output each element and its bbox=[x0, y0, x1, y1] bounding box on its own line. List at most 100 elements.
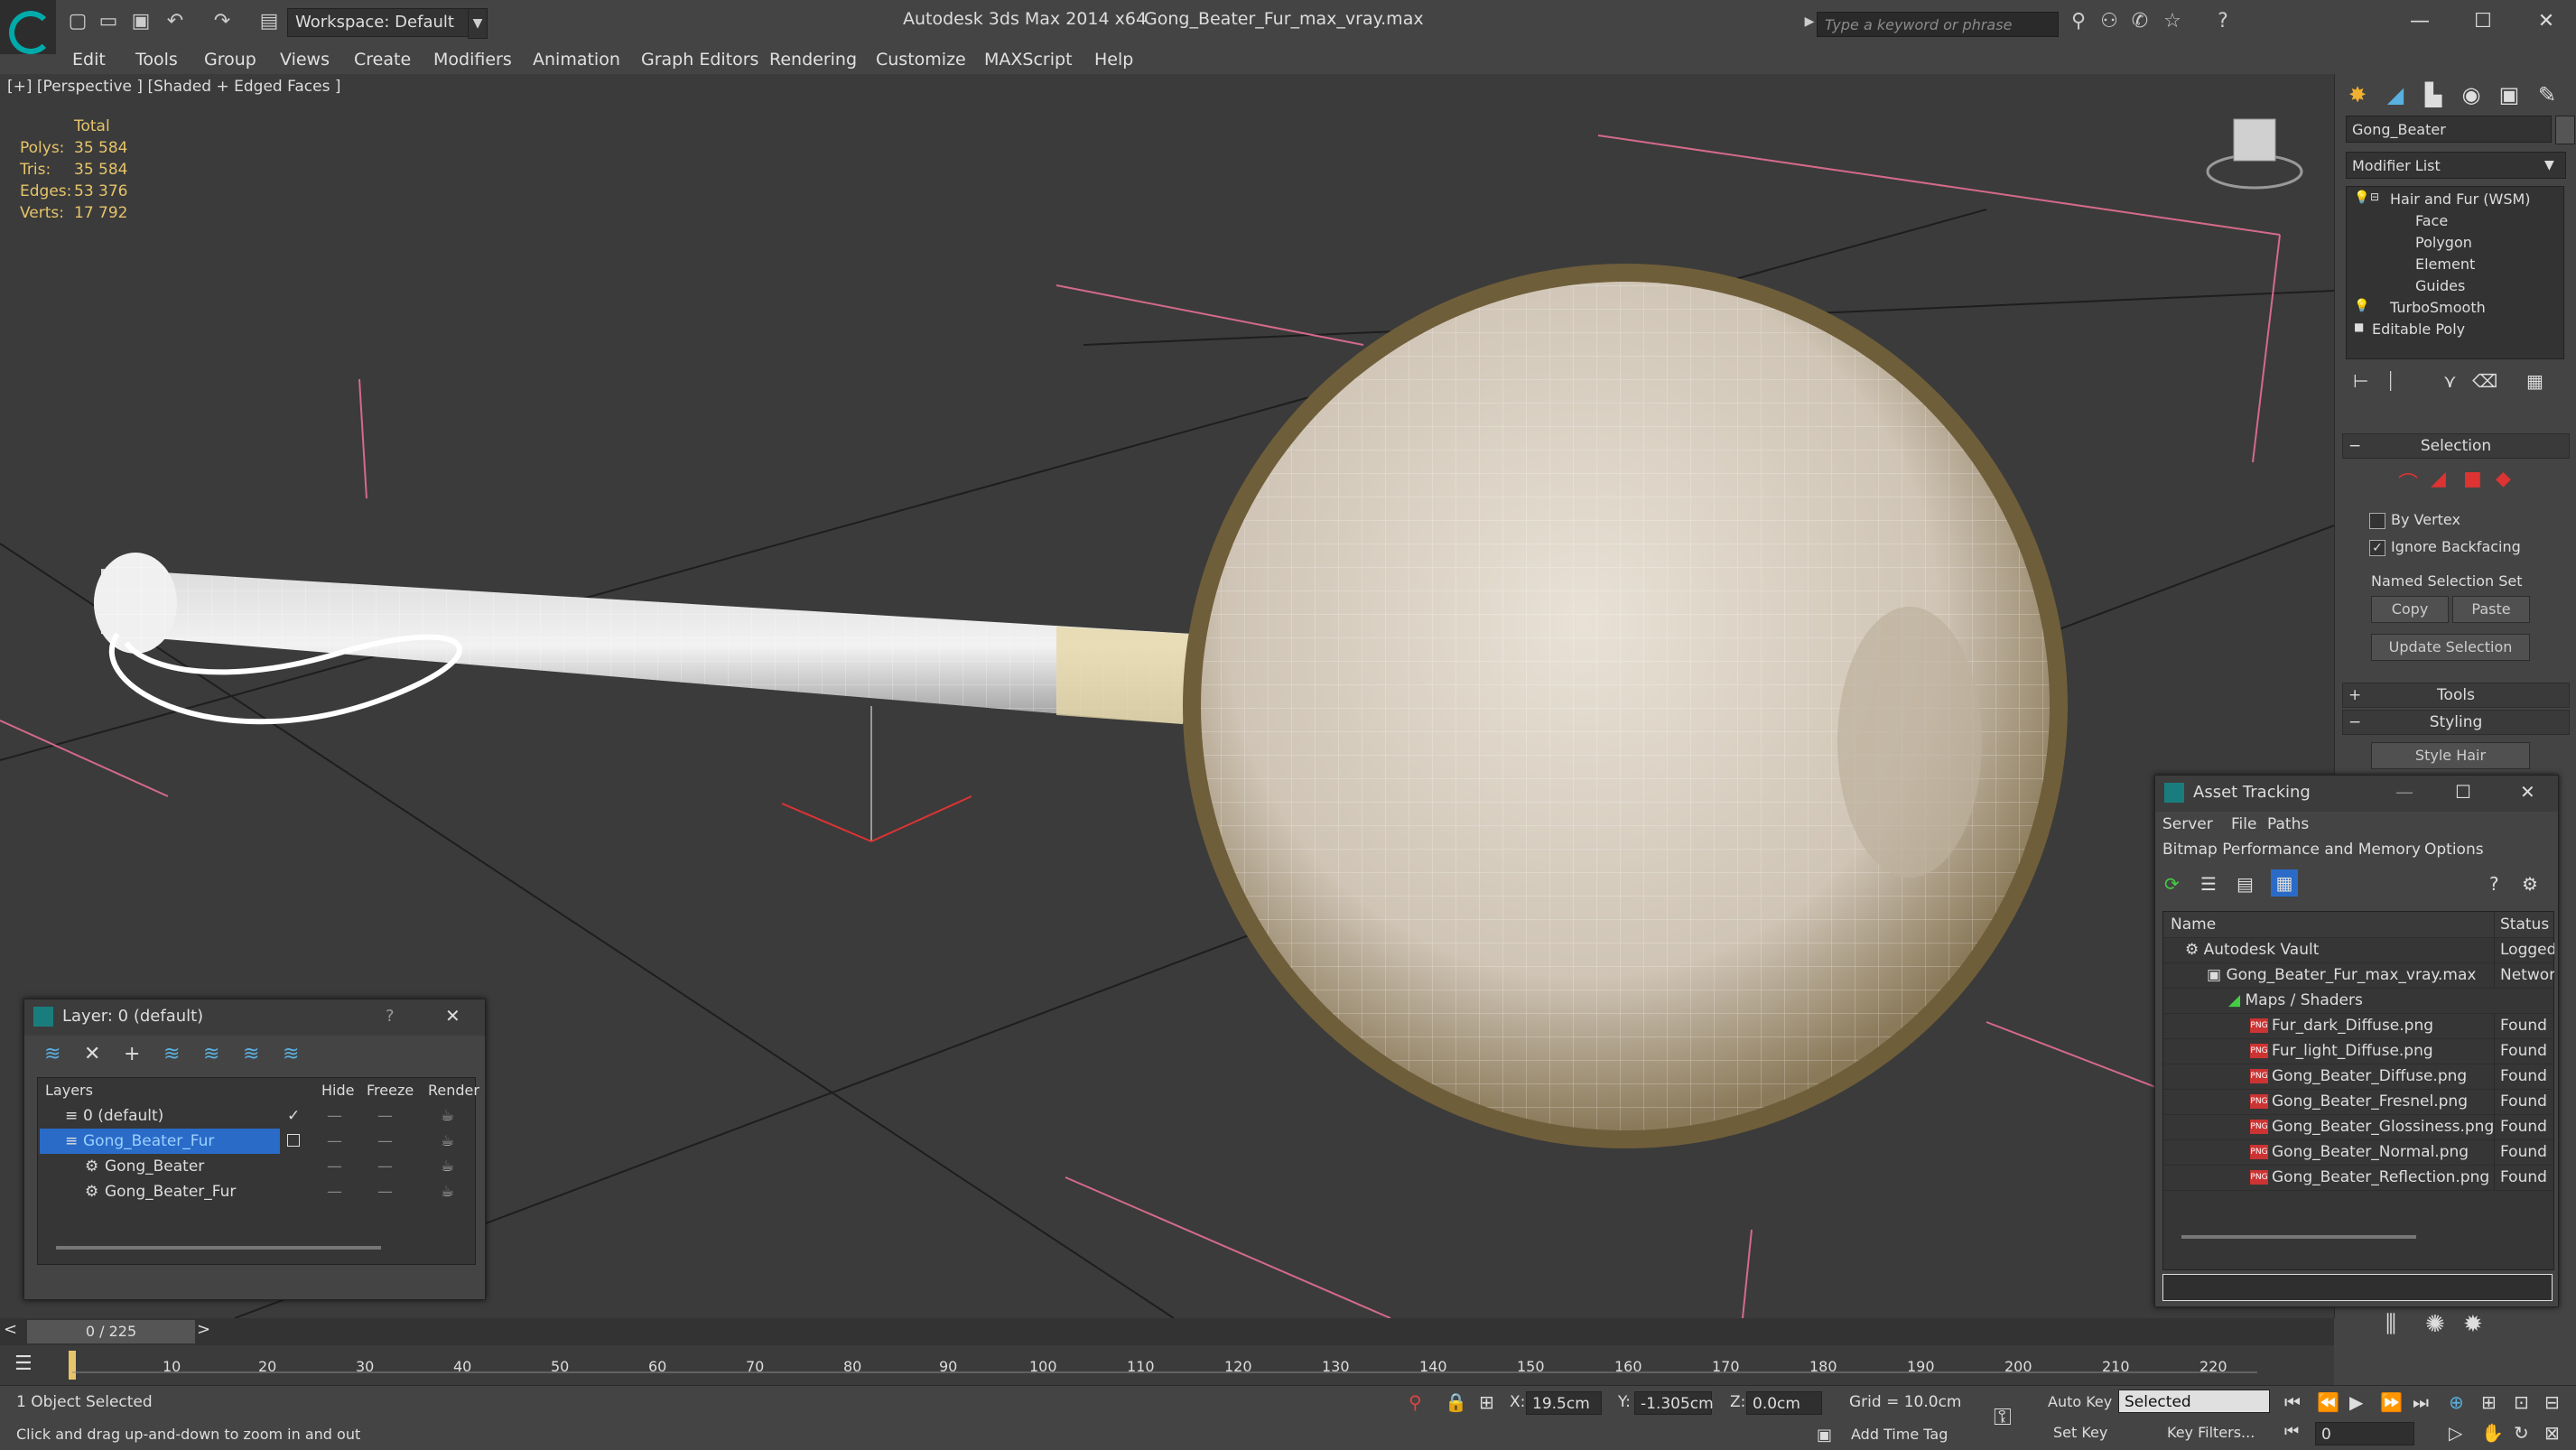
table-row[interactable]: PNG Gong_Beater_Normal.png Found bbox=[2163, 1139, 2553, 1166]
viewport-label-menu[interactable]: [+] [Perspective ] [Shaded + Edged Faces… bbox=[7, 78, 340, 96]
modify-tab-icon[interactable]: ◢ bbox=[2378, 78, 2413, 112]
column-header-status[interactable]: Status bbox=[2494, 912, 2554, 937]
stack-item[interactable]: TurboSmooth bbox=[2390, 299, 2486, 316]
delete-layer-icon[interactable]: ✕ bbox=[84, 1043, 100, 1065]
element-select-icon[interactable]: ◆ bbox=[2496, 468, 2511, 490]
stack-item[interactable]: Editable Poly bbox=[2372, 321, 2465, 338]
collapse-icon[interactable]: ⊟ bbox=[2370, 191, 2379, 203]
guide-select-icon[interactable]: ⌒ bbox=[2398, 468, 2418, 497]
table-row[interactable]: PNG Gong_Beater_Glossiness.png Found bbox=[2163, 1114, 2553, 1140]
create-tab-icon[interactable]: ✸ bbox=[2340, 78, 2375, 112]
ignore-backfacing-checkbox[interactable]: ✓ bbox=[2369, 540, 2385, 556]
x-coordinate-field[interactable]: 19.5cm bbox=[1526, 1391, 1602, 1415]
modifier-list-dropdown[interactable]: Modifier List bbox=[2346, 152, 2566, 179]
stack-item[interactable]: Element bbox=[2415, 256, 2475, 273]
track-bar[interactable]: ☰ 10 20 30 40 50 60 70 80 90 100 110 120… bbox=[0, 1345, 2334, 1385]
new-file-icon[interactable]: ▢ bbox=[65, 9, 90, 34]
table-row[interactable]: ⚙ Gong_Beater — — ☕ bbox=[38, 1154, 475, 1179]
hide-toggle[interactable]: — bbox=[327, 1129, 342, 1154]
undo-icon[interactable]: ↶ bbox=[163, 9, 188, 34]
stack-item[interactable]: Face bbox=[2415, 212, 2448, 229]
layer-window-header[interactable]: Layer: 0 (default) ? ✕ bbox=[24, 999, 485, 1036]
help-icon[interactable]: ? bbox=[2210, 9, 2236, 34]
add-to-layer-icon[interactable]: + bbox=[124, 1043, 140, 1065]
binoculars-icon[interactable]: ⚲ bbox=[2066, 9, 2091, 34]
menu-file[interactable]: File bbox=[2231, 815, 2256, 833]
horizontal-scrollbar[interactable] bbox=[2181, 1235, 2416, 1239]
key-filters-button[interactable]: Key Filters... bbox=[2167, 1424, 2255, 1441]
set-active-checkbox[interactable] bbox=[287, 1134, 300, 1147]
isolate-icon[interactable]: ⚲ bbox=[1409, 1391, 1422, 1413]
menu-group[interactable]: Group bbox=[204, 45, 256, 74]
update-selection-button[interactable]: Update Selection bbox=[2371, 634, 2530, 661]
freeze-toggle[interactable]: — bbox=[377, 1179, 393, 1204]
table-row[interactable]: PNG Fur_dark_Diffuse.png Found bbox=[2163, 1013, 2553, 1039]
zoom-all-icon[interactable]: ⊞ bbox=[2481, 1391, 2497, 1413]
list-view-icon[interactable]: ☰ bbox=[2200, 873, 2217, 895]
maximize-icon[interactable]: ☐ bbox=[2455, 781, 2471, 803]
comb-tool-icon[interactable]: ⫼ bbox=[2385, 1311, 2396, 1339]
project-folder-icon[interactable]: ▤ bbox=[256, 9, 282, 34]
menu-create[interactable]: Create bbox=[354, 45, 411, 74]
menu-edit[interactable]: Edit bbox=[72, 45, 106, 74]
asset-path-field[interactable] bbox=[2162, 1274, 2553, 1301]
column-header-render[interactable]: Render bbox=[428, 1078, 479, 1103]
by-vertex-checkbox[interactable] bbox=[2369, 513, 2385, 529]
stack-item[interactable]: Hair and Fur (WSM) bbox=[2390, 191, 2531, 208]
auto-key-button[interactable]: Auto Key bbox=[2048, 1393, 2112, 1410]
render-teapot-icon[interactable]: ☕ bbox=[441, 1179, 454, 1204]
save-icon[interactable]: ▣ bbox=[128, 9, 153, 34]
zoom-icon[interactable]: ⊕ bbox=[2449, 1391, 2464, 1413]
key-selection-dropdown[interactable]: Selected bbox=[2118, 1390, 2270, 1413]
orbit-icon[interactable]: ↻ bbox=[2514, 1422, 2529, 1444]
selection-rollout[interactable]: − Selection bbox=[2342, 433, 2570, 459]
close-icon[interactable]: ✕ bbox=[2520, 781, 2535, 803]
menu-animation[interactable]: Animation bbox=[533, 45, 620, 74]
key-mode-icon[interactable]: ⏮ bbox=[2284, 1422, 2299, 1441]
app-logo-icon[interactable] bbox=[0, 0, 56, 54]
asset-help-icon[interactable]: ? bbox=[2489, 873, 2499, 895]
minimize-icon[interactable]: — bbox=[2395, 781, 2413, 803]
pan-icon[interactable]: ✋ bbox=[2481, 1422, 2504, 1444]
column-header-hide[interactable]: Hide bbox=[321, 1078, 354, 1103]
configure-sets-icon[interactable]: ▦ bbox=[2526, 370, 2543, 392]
maximize-icon[interactable]: ☐ bbox=[2456, 4, 2510, 40]
subscription-icon[interactable]: ⚇ bbox=[2097, 9, 2122, 34]
asset-settings-icon[interactable]: ⚙ bbox=[2522, 873, 2538, 895]
copy-button[interactable]: Copy bbox=[2371, 596, 2449, 623]
paste-button[interactable]: Paste bbox=[2452, 596, 2530, 623]
horizontal-scrollbar[interactable] bbox=[56, 1246, 381, 1250]
hide-toggle[interactable]: — bbox=[327, 1179, 342, 1204]
search-input[interactable]: Type a keyword or phrase bbox=[1817, 12, 2059, 37]
field-of-view-icon[interactable]: ▷ bbox=[2449, 1422, 2462, 1444]
pin-stack-icon[interactable]: ⊢ bbox=[2353, 370, 2368, 392]
table-row[interactable]: PNG Fur_light_Diffuse.png Found bbox=[2163, 1038, 2553, 1064]
freeze-toggle[interactable]: — bbox=[377, 1129, 393, 1154]
add-time-tag-button[interactable]: Add Time Tag bbox=[1851, 1426, 1948, 1443]
z-coordinate-field[interactable]: 0.0cm bbox=[1746, 1391, 1822, 1415]
stack-item[interactable]: Polygon bbox=[2415, 234, 2472, 251]
menu-customize[interactable]: Customize bbox=[876, 45, 966, 74]
show-end-result-icon[interactable]: ⏐ bbox=[2385, 370, 2395, 392]
thumbnail-view-icon[interactable]: ▤ bbox=[2237, 873, 2254, 895]
current-frame-field[interactable]: 0 bbox=[2315, 1422, 2414, 1445]
refresh-icon[interactable]: ⟳ bbox=[2164, 873, 2180, 895]
open-file-icon[interactable]: ▭ bbox=[96, 9, 121, 34]
column-header-freeze[interactable]: Freeze bbox=[367, 1078, 414, 1103]
freeze-toggle[interactable]: — bbox=[377, 1154, 393, 1179]
table-row[interactable]: ≡ 0 (default) ✓ — — ☕ bbox=[38, 1103, 475, 1129]
render-teapot-icon[interactable]: ☕ bbox=[441, 1129, 454, 1154]
workspace-dropdown[interactable]: Workspace: Default bbox=[287, 8, 477, 37]
menu-paths[interactable]: Paths bbox=[2267, 815, 2309, 833]
communication-icon[interactable]: ✆ bbox=[2127, 9, 2153, 34]
remove-modifier-icon[interactable]: ⌫ bbox=[2472, 370, 2497, 392]
go-to-end-icon[interactable]: ⏭ bbox=[2413, 1391, 2429, 1413]
object-color-swatch[interactable] bbox=[2555, 116, 2575, 144]
face-select-icon[interactable]: ◢ bbox=[2431, 468, 2446, 490]
zoom-extents-icon[interactable]: ⊡ bbox=[2514, 1391, 2529, 1413]
table-view-icon[interactable]: ▦ bbox=[2271, 869, 2298, 897]
transform-mode-icon[interactable]: ⊞ bbox=[1479, 1391, 1494, 1413]
next-key-icon[interactable]: ⏩ bbox=[2380, 1391, 2403, 1413]
grow-tool-icon[interactable]: ✹ bbox=[2463, 1311, 2483, 1338]
style-hair-button[interactable]: Style Hair bbox=[2371, 742, 2530, 769]
